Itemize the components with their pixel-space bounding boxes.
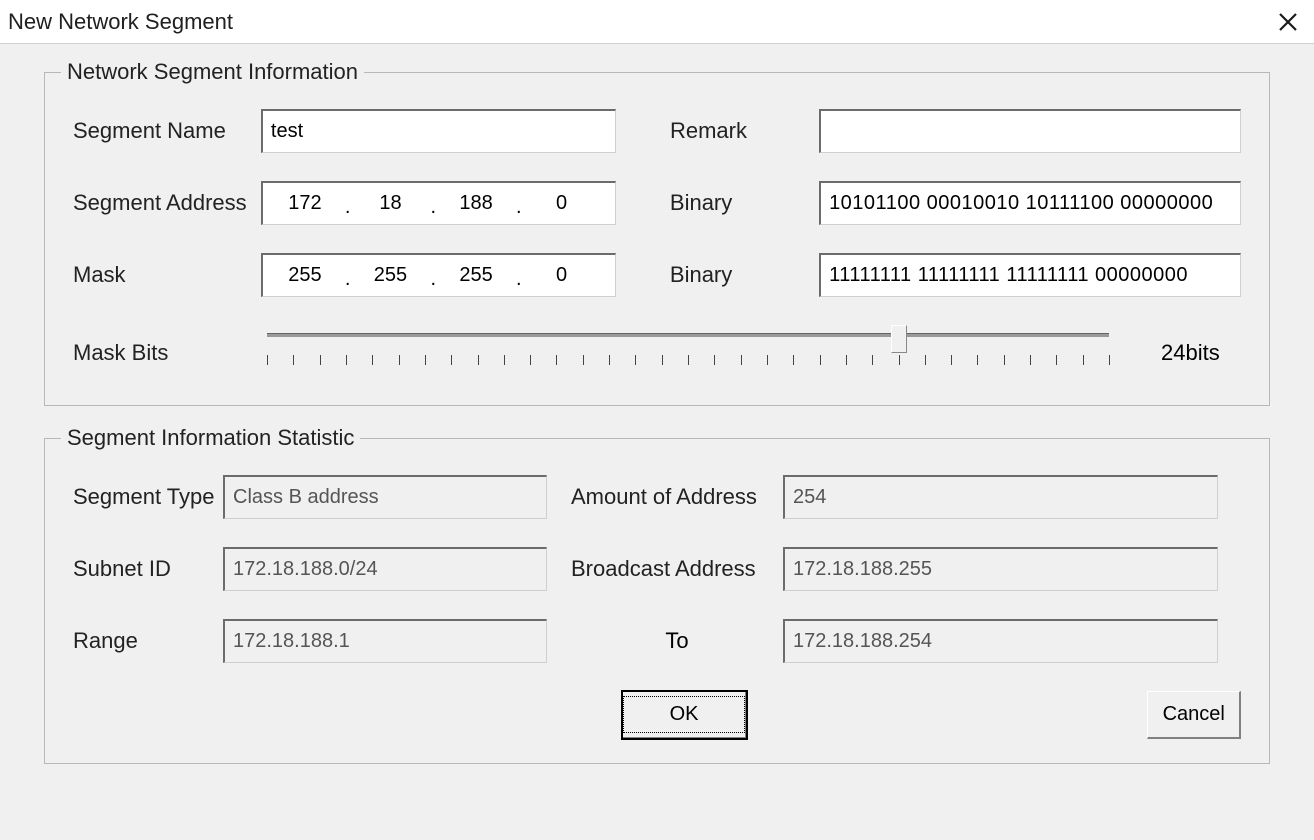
dot-icon: . xyxy=(512,196,526,219)
segment-address-ip-control[interactable]: . . . xyxy=(261,181,616,225)
mask-octet-1[interactable] xyxy=(269,264,341,287)
addr-octet-3[interactable] xyxy=(440,192,512,215)
slider-track xyxy=(267,333,1109,337)
dot-icon: . xyxy=(426,268,440,291)
dot-icon: . xyxy=(341,268,355,291)
broadcast-value xyxy=(783,547,1218,591)
addr-octet-4[interactable] xyxy=(526,192,598,215)
mask-bits-label: Mask Bits xyxy=(73,340,267,366)
addr-octet-2[interactable] xyxy=(354,192,426,215)
addr-octet-1[interactable] xyxy=(269,192,341,215)
slider-ticks xyxy=(267,355,1109,369)
amount-value xyxy=(783,475,1218,519)
segment-type-label: Segment Type xyxy=(73,484,223,510)
mask-octet-4[interactable] xyxy=(526,264,598,287)
mask-bits-slider[interactable] xyxy=(267,325,1149,381)
segment-address-label: Segment Address xyxy=(73,190,261,216)
close-icon[interactable] xyxy=(1274,8,1302,36)
mask-ip-control[interactable]: . . . xyxy=(261,253,616,297)
group-network-segment-info: Network Segment Information Segment Name… xyxy=(44,72,1270,406)
segment-name-input[interactable] xyxy=(261,109,616,153)
subnet-id-value xyxy=(223,547,547,591)
dot-icon: . xyxy=(512,268,526,291)
ok-button[interactable]: OK xyxy=(622,691,748,739)
addr-binary-label: Binary xyxy=(670,190,819,216)
titlebar: New Network Segment xyxy=(0,0,1314,44)
segment-type-value xyxy=(223,475,547,519)
group-legend: Segment Information Statistic xyxy=(61,425,360,451)
dialog-body: Network Segment Information Segment Name… xyxy=(0,44,1314,784)
group-segment-statistic: Segment Information Statistic Segment Ty… xyxy=(44,438,1270,764)
broadcast-label: Broadcast Address xyxy=(571,556,783,582)
cancel-button[interactable]: Cancel xyxy=(1147,691,1241,739)
ok-button-label: OK xyxy=(623,696,746,733)
mask-binary-value[interactable] xyxy=(819,253,1241,297)
subnet-id-label: Subnet ID xyxy=(73,556,223,582)
addr-binary-value[interactable] xyxy=(819,181,1241,225)
segment-name-label: Segment Name xyxy=(73,118,261,144)
dot-icon: . xyxy=(341,196,355,219)
group-legend: Network Segment Information xyxy=(61,59,364,85)
remark-label: Remark xyxy=(670,118,819,144)
range-from-value xyxy=(223,619,547,663)
mask-label: Mask xyxy=(73,262,261,288)
mask-bits-value: 24bits xyxy=(1161,340,1241,366)
remark-input[interactable] xyxy=(819,109,1241,153)
amount-label: Amount of Address xyxy=(571,484,783,510)
mask-binary-label: Binary xyxy=(670,262,819,288)
range-to-value xyxy=(783,619,1218,663)
window-title: New Network Segment xyxy=(8,9,233,35)
range-label: Range xyxy=(73,628,223,654)
dot-icon: . xyxy=(426,196,440,219)
mask-octet-2[interactable] xyxy=(354,264,426,287)
slider-thumb[interactable] xyxy=(891,325,907,353)
to-label: To xyxy=(571,628,783,654)
mask-octet-3[interactable] xyxy=(440,264,512,287)
